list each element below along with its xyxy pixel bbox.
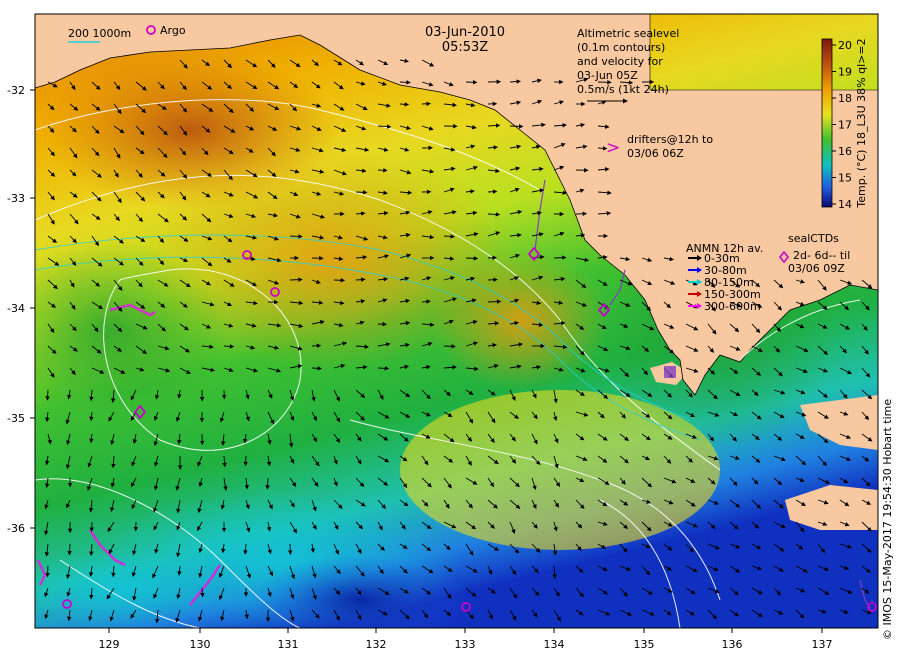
velocity-arrow [45, 565, 50, 578]
colorbar-tick-label: 14 [838, 198, 852, 211]
velocity-arrow [509, 124, 524, 129]
lon-tick-label: 134 [544, 638, 565, 651]
velocity-arrow [265, 477, 270, 490]
colorbar-tick-label: 15 [838, 172, 852, 185]
longitude-axis: 129 130 131 132 133 134 135 136 137 [99, 628, 833, 651]
anmn-mooring [664, 366, 676, 378]
velocity-arrow [377, 366, 390, 371]
map-time: 05:53Z [442, 40, 488, 55]
lon-tick-label: 135 [634, 638, 655, 651]
lon-tick-label: 130 [190, 638, 211, 651]
colorbar-tick-label: 17 [838, 119, 852, 132]
velocity-arrow [67, 543, 72, 556]
colorbar-label: Temp. (°C) 18_L3U 38% ql>=2 [855, 38, 868, 208]
velocity-arrow [355, 190, 368, 195]
colorbar-tick-label: 18 [838, 92, 852, 105]
velocity-arrow [487, 299, 502, 304]
lon-tick-label: 137 [812, 638, 833, 651]
sealctd-line-2: 03/06 09Z [788, 262, 845, 275]
velocity-arrow [289, 234, 303, 239]
lat-tick-label: -32 [7, 84, 25, 97]
credit-text: © IMOS 15-May-2017 19:54:30 Hobart time [881, 398, 894, 640]
lat-tick-label: -35 [7, 412, 25, 425]
anmn-legend-label: 300-600m [704, 300, 761, 313]
velocity-arrow [553, 255, 567, 260]
velocity-arrow [487, 189, 498, 194]
sealctd-title: sealCTDs [788, 232, 839, 245]
colorbar-tick-label: 20 [838, 39, 852, 52]
lon-tick-label: 129 [99, 638, 120, 651]
sealctd-line-1: 2d- 6d-- til [793, 249, 850, 262]
colorbar-tick-label: 19 [838, 66, 852, 79]
velocity-arrow [399, 102, 410, 107]
velocity-arrow [377, 168, 388, 173]
lon-tick-label: 132 [366, 638, 387, 651]
altimetry-line-2: (0.1m contours) [577, 41, 665, 54]
velocity-arrow [45, 389, 50, 401]
map-date: 03-Jun-2010 [425, 25, 505, 40]
velocity-arrow [289, 277, 303, 282]
velocity-arrow [443, 344, 456, 349]
velocity-arrow [355, 277, 366, 282]
lat-tick-label: -36 [7, 522, 25, 535]
altimetry-line-3: and velocity for [577, 55, 663, 68]
argo-legend-label: Argo [160, 24, 186, 37]
velocity-arrow [487, 212, 501, 217]
sea-surface-temperature-field [35, 14, 878, 628]
velocity-arrow [465, 256, 479, 261]
velocity-arrow [311, 366, 322, 371]
sst-map: -32 -33 -34 -35 -36 129 130 131 132 133 134 135 136… [7, 13, 879, 651]
colorbar-tick-label: 16 [838, 145, 852, 158]
altimetry-line-1: Altimetric sealevel [577, 27, 679, 40]
velocity-scale-label: 0.5m/s (1kt 24h) [577, 83, 669, 96]
drifter-symbol: > [606, 138, 620, 158]
latitude-axis: -32 -33 -34 -35 -36 [7, 84, 35, 535]
lon-tick-label: 136 [722, 638, 743, 651]
lat-tick-label: -34 [7, 302, 25, 315]
colorbar-scale [821, 38, 833, 208]
altimetry-line-4: 03-Jun 05Z [577, 69, 638, 82]
lat-tick-label: -33 [7, 192, 25, 205]
lon-tick-label: 131 [278, 638, 299, 651]
velocity-arrow [399, 80, 411, 85]
velocity-arrow [243, 455, 248, 467]
drifters-line-1: drifters@12h to [627, 133, 713, 146]
scale-bar-label: 200 1000m [68, 27, 131, 40]
lon-tick-label: 133 [455, 638, 476, 651]
drifters-line-2: 03/06 06Z [627, 147, 684, 160]
